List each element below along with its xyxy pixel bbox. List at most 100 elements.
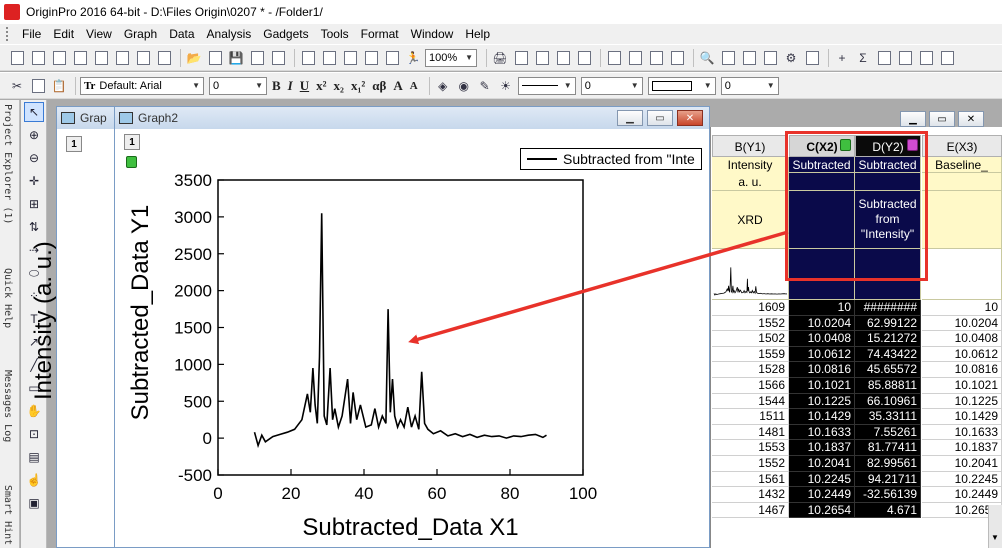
cell-c-5[interactable]: 10.1021: [789, 377, 855, 394]
x-tick-label: 20: [282, 484, 301, 503]
cell-e-3[interactable]: 10.0612: [922, 346, 1002, 363]
cell-b-11[interactable]: 1561: [712, 471, 789, 488]
cell-d-7[interactable]: 35.33111: [855, 409, 921, 425]
legend[interactable]: Subtracted from "Inte: [520, 148, 702, 170]
comments-c[interactable]: [789, 191, 855, 249]
units-d[interactable]: [855, 173, 921, 191]
cell-b-9[interactable]: 1553: [712, 440, 789, 456]
sparkline-e[interactable]: [922, 249, 1002, 300]
cell-c-11[interactable]: 10.2245: [789, 471, 855, 488]
cell-d-13[interactable]: 4.671: [855, 502, 921, 519]
cell-e-5[interactable]: 10.1021: [922, 377, 1002, 394]
column-chart-icon[interactable]: [938, 49, 956, 67]
cell-c-1[interactable]: 10.0204: [789, 315, 855, 332]
cell-c-2[interactable]: 10.0408: [789, 331, 855, 347]
sort-icon[interactable]: [896, 49, 914, 67]
cell-d-1[interactable]: 62.99122: [855, 315, 921, 332]
long-name-d[interactable]: Subtracted: [855, 157, 921, 173]
cell-d-0[interactable]: ########: [855, 300, 921, 316]
symbol-size-select[interactable]: 0 ▼: [720, 76, 779, 95]
cell-b-5[interactable]: 1566: [712, 377, 789, 394]
y-tick-label: 3000: [174, 208, 212, 227]
graph-canvas: 0 20 40 60 80 100-500050010001500200025003000…: [127, 171, 597, 541]
cell-c-7[interactable]: 10.1429: [789, 409, 855, 425]
cell-e-4[interactable]: 10.0816: [922, 362, 1002, 378]
set-values-icon[interactable]: [917, 49, 935, 67]
cell-b-10[interactable]: 1552: [712, 455, 789, 472]
cell-c-13[interactable]: 10.2654: [789, 502, 855, 519]
y-axis-label: Subtracted_Data Y1: [127, 205, 154, 421]
cell-e-1[interactable]: 10.0204: [922, 315, 1002, 332]
add-column-icon[interactable]: +: [833, 49, 851, 67]
cell-e-2[interactable]: 10.0408: [922, 331, 1002, 347]
settings-gear-icon[interactable]: ⚙: [782, 49, 800, 67]
statistics-icon[interactable]: [875, 49, 893, 67]
cell-c-4[interactable]: 10.0816: [789, 362, 855, 378]
cell-d-6[interactable]: 66.10961: [855, 393, 921, 410]
sheet-minimize-button[interactable]: ▁: [900, 111, 926, 127]
cell-d-10[interactable]: 82.99561: [855, 455, 921, 472]
data-list-icon[interactable]: [740, 49, 758, 67]
cell-b-4[interactable]: 1528: [712, 362, 789, 378]
cell-b-7[interactable]: 1511: [712, 409, 789, 425]
cell-c-0[interactable]: 10: [789, 300, 855, 316]
cell-e-7[interactable]: 10.1429: [922, 409, 1002, 425]
cell-b-13[interactable]: 1467: [712, 502, 789, 519]
cell-d-2[interactable]: 15.21272: [855, 331, 921, 347]
y-tick-label: 0: [203, 429, 212, 448]
cell-b-3[interactable]: 1559: [712, 346, 789, 363]
cell-b-6[interactable]: 1544: [712, 393, 789, 410]
sheet-restore-button[interactable]: ▭: [929, 111, 955, 127]
cell-d-8[interactable]: 7.55261: [855, 424, 921, 441]
cell-d-9[interactable]: 81.77411: [855, 440, 921, 456]
cell-b-1[interactable]: 1552: [712, 315, 789, 332]
cell-b-8[interactable]: 1481: [712, 424, 789, 441]
units-e[interactable]: [922, 173, 1002, 191]
comments-b[interactable]: XRD: [712, 191, 789, 249]
column-header-e[interactable]: E(X3): [922, 135, 1002, 157]
cell-c-8[interactable]: 10.1633: [789, 424, 855, 441]
cell-c-9[interactable]: 10.1837: [789, 440, 855, 456]
comments-e[interactable]: [922, 191, 1002, 249]
sum-icon[interactable]: Σ: [854, 49, 872, 67]
cell-e-0[interactable]: 10: [922, 300, 1002, 316]
cell-b-0[interactable]: 1609: [712, 300, 789, 316]
comments-d[interactable]: Subtracted from "Intensity": [855, 191, 921, 249]
sparkline-c[interactable]: [789, 249, 855, 300]
long-name-b[interactable]: Intensity a. u.: [712, 157, 789, 191]
notes-icon[interactable]: [719, 49, 737, 67]
cell-e-6[interactable]: 10.1225: [922, 393, 1002, 410]
calculator-icon[interactable]: [761, 49, 779, 67]
long-name-c[interactable]: Subtracted: [789, 157, 855, 173]
cell-e-9[interactable]: 10.1837: [922, 440, 1002, 456]
column-header-b[interactable]: B(Y1): [712, 135, 788, 157]
cell-c-3[interactable]: 10.0612: [789, 346, 855, 363]
cell-e-10[interactable]: 10.2041: [922, 455, 1002, 472]
column-d-lock-icon: [907, 139, 918, 151]
units-c[interactable]: [789, 173, 855, 191]
cell-c-6[interactable]: 10.1225: [789, 393, 855, 410]
long-name-e[interactable]: Baseline_: [922, 157, 1002, 173]
cell-d-4[interactable]: 45.65572: [855, 362, 921, 378]
vertical-scrollbar[interactable]: ▼: [988, 505, 1002, 548]
cell-e-11[interactable]: 10.2245: [922, 471, 1002, 488]
cell-d-3[interactable]: 74.43422: [855, 346, 921, 363]
cell-e-12[interactable]: 10.2449: [922, 487, 1002, 503]
sparkline-b[interactable]: [712, 249, 789, 300]
cell-d-11[interactable]: 94.21711: [855, 471, 921, 488]
scroll-down-arrow-icon[interactable]: ▼: [991, 533, 999, 542]
cell-d-5[interactable]: 85.88811: [855, 377, 921, 394]
cell-c-12[interactable]: 10.2449: [789, 487, 855, 503]
cell-b-2[interactable]: 1502: [712, 331, 789, 347]
sheet-close-button[interactable]: ✕: [958, 111, 984, 127]
sparkline-d[interactable]: [855, 249, 921, 300]
cell-b-12[interactable]: 1432: [712, 487, 789, 503]
legend-label: Subtracted from "Inte: [563, 151, 695, 167]
data-filter-icon[interactable]: [803, 49, 821, 67]
x-tick-label: 40: [355, 484, 374, 503]
cell-e-8[interactable]: 10.1633: [922, 424, 1002, 441]
x-tick-label: 100: [569, 484, 597, 503]
y-tick-label: 3500: [174, 171, 212, 190]
cell-c-10[interactable]: 10.2041: [789, 455, 855, 472]
cell-d-12[interactable]: -32.56139: [855, 487, 921, 503]
